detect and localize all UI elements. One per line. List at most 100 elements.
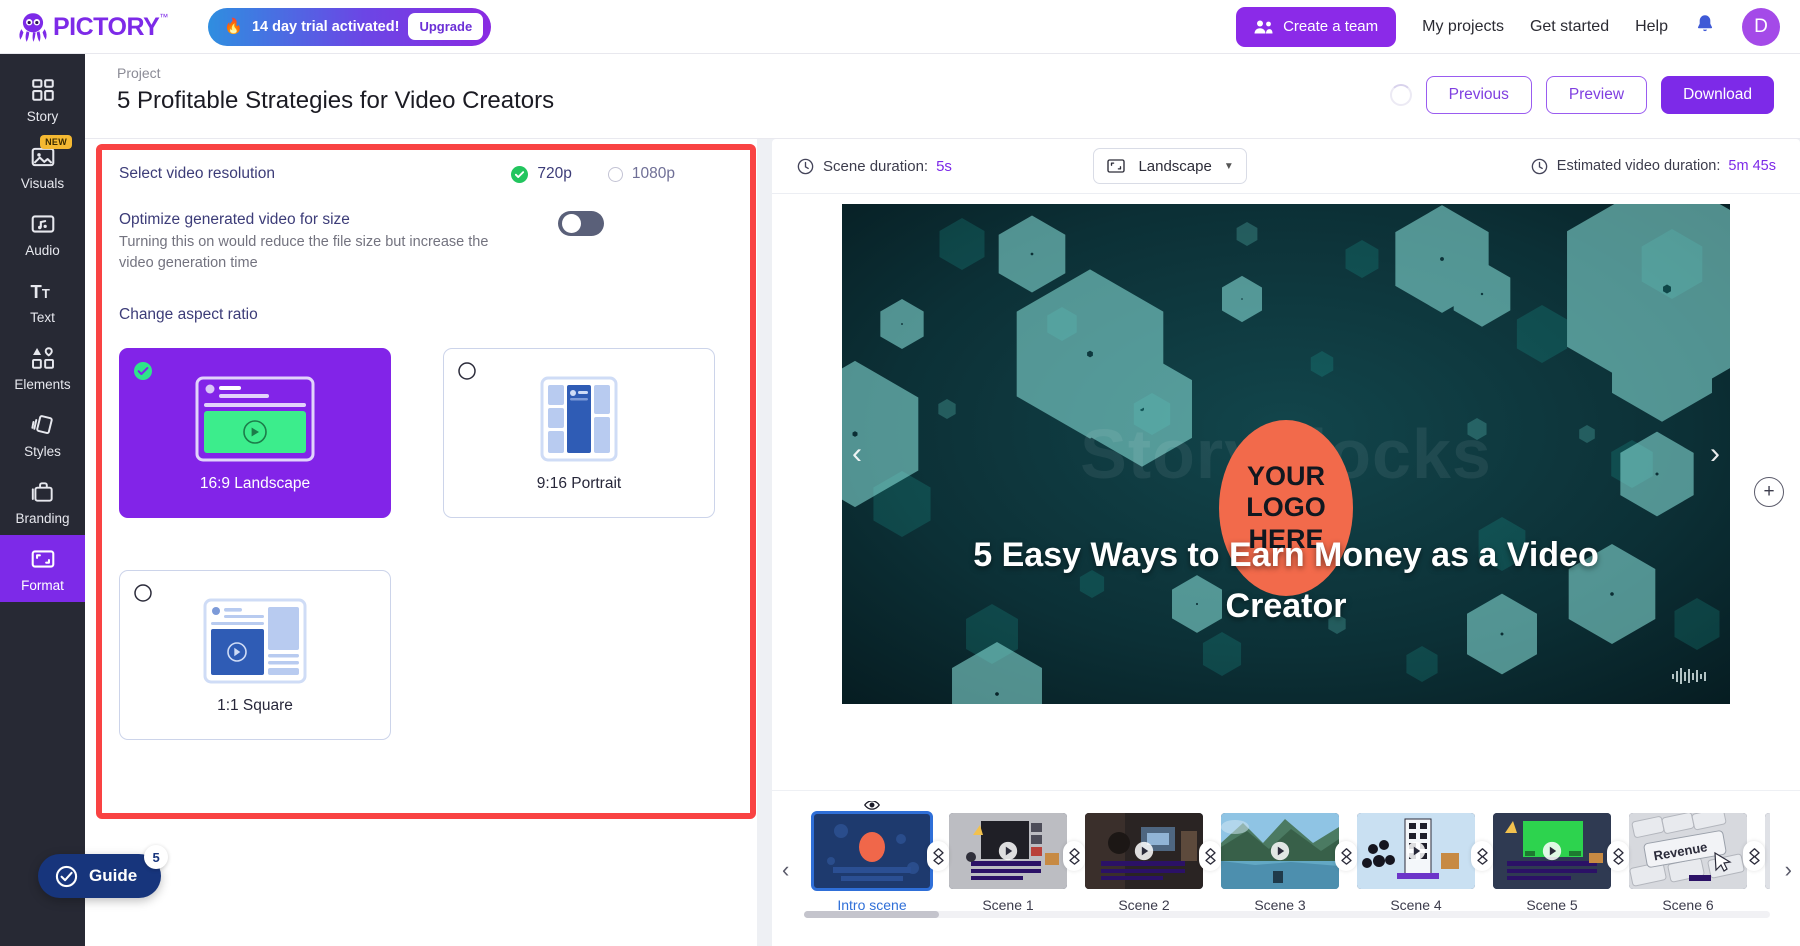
sidebar-label-text: Text xyxy=(30,310,55,325)
aspect-card-square[interactable]: 1:1 Square xyxy=(119,570,391,741)
user-avatar[interactable]: D xyxy=(1742,7,1780,46)
nav-help[interactable]: Help xyxy=(1635,18,1668,36)
estimated-duration-value: 5m 45s xyxy=(1728,158,1776,174)
landscape-card-label: 16:9 Landscape xyxy=(199,475,311,493)
transition-button[interactable] xyxy=(1199,841,1221,871)
aspect-card-portrait[interactable]: 9:16 Portrait xyxy=(443,348,715,519)
format-icon-small xyxy=(1107,159,1126,173)
transition-button[interactable] xyxy=(1743,841,1765,871)
sidebar-label-audio: Audio xyxy=(25,243,60,258)
timeline-scene-cell[interactable]: Scene 2 xyxy=(1076,801,1221,913)
optimize-title: Optimize generated video for size xyxy=(119,211,350,228)
timeline-scene-cell[interactable]: Revenue Scene 6 xyxy=(1620,801,1765,913)
timeline-scene-cell[interactable]: Scene 4 xyxy=(1348,801,1493,913)
scene-thumbnail[interactable]: Revenue xyxy=(1629,813,1747,889)
sidebar-label-visuals: Visuals xyxy=(20,176,65,191)
preview-next-arrow[interactable]: › xyxy=(1710,437,1720,471)
nav-my-projects[interactable]: My projects xyxy=(1422,18,1504,36)
square-preview-art xyxy=(195,595,315,687)
sidebar-item-audio[interactable]: Audio xyxy=(0,200,85,267)
download-button[interactable]: Download xyxy=(1661,76,1774,114)
add-scene-button[interactable]: + xyxy=(1754,477,1784,507)
audio-waveform-icon xyxy=(1672,668,1706,684)
aspect-card-landscape[interactable]: 16:9 Landscape xyxy=(119,348,391,519)
project-header: Project 5 Profitable Strategies for Vide… xyxy=(85,54,1800,139)
sidebar-item-story[interactable]: Story xyxy=(0,66,85,133)
scene-thumbnail[interactable] xyxy=(1493,813,1611,889)
sidebar-item-styles[interactable]: Styles xyxy=(0,401,85,468)
transition-button[interactable] xyxy=(1607,841,1629,871)
transition-button[interactable] xyxy=(1063,841,1085,871)
app-root: PICTORY ™ 🔥 14 day trial activated! Upgr… xyxy=(0,0,1800,946)
sidebar-item-elements[interactable]: Elements xyxy=(0,334,85,401)
optimize-description: Turning this on would reduce the file si… xyxy=(119,234,489,272)
upgrade-button[interactable]: Upgrade xyxy=(408,13,484,40)
create-team-button[interactable]: Create a team xyxy=(1236,6,1397,47)
guide-button[interactable]: Guide 5 xyxy=(38,845,169,898)
scene-thumbnail[interactable] xyxy=(1085,813,1203,889)
video-preview-frame[interactable]: Storyblocks YOUR LOGO HERE 5 Easy Ways t… xyxy=(842,204,1730,704)
notifications-bell-icon[interactable] xyxy=(1694,13,1716,40)
clock-icon-2 xyxy=(1531,158,1548,174)
video-title-text[interactable]: 5 Easy Ways to Earn Money as a Video Cre… xyxy=(916,530,1656,632)
sidebar-item-visuals[interactable]: NEW Visuals xyxy=(0,133,85,200)
transition-icon xyxy=(1068,848,1080,865)
sidebar-item-text[interactable]: T T Text xyxy=(0,267,85,334)
timeline-scene-cell[interactable]: Scene 5 xyxy=(1484,801,1629,913)
sidebar-label-story: Story xyxy=(26,109,59,124)
format-icon xyxy=(31,550,54,568)
scene-thumbnail[interactable] xyxy=(811,811,933,891)
card-radio-unselected-icon-2 xyxy=(134,584,152,607)
transition-button[interactable] xyxy=(1335,841,1357,871)
scene-thumbnail[interactable] xyxy=(949,813,1067,889)
sidebar-label-styles: Styles xyxy=(24,444,61,459)
timeline-scrollbar-thumb[interactable] xyxy=(804,911,939,918)
transition-icon xyxy=(932,848,944,865)
transition-button[interactable] xyxy=(1471,841,1493,871)
play-overlay-icon xyxy=(998,841,1018,861)
clock-icon xyxy=(797,158,814,174)
radio-unselected-icon xyxy=(607,166,623,182)
optimize-size-toggle[interactable] xyxy=(558,211,604,236)
nav-get-started[interactable]: Get started xyxy=(1530,18,1609,36)
header-action-buttons: Previous Preview Download xyxy=(1389,76,1774,114)
team-icon xyxy=(1254,20,1273,33)
toggle-knob xyxy=(562,214,581,233)
timeline-scene-cell[interactable]: Scene 3 xyxy=(1212,801,1357,913)
preview-prev-arrow[interactable]: ‹ xyxy=(852,437,862,471)
scene-thumbnail[interactable] xyxy=(1765,813,1770,889)
scene-duration-value: 5s xyxy=(936,157,952,175)
trial-text: 14 day trial activated! xyxy=(251,18,400,35)
timeline-scene-cell[interactable]: Intro scene xyxy=(804,801,949,913)
change-aspect-ratio-label: Change aspect ratio xyxy=(119,306,258,324)
timeline-scene-cell[interactable]: Scene 1 xyxy=(940,801,1085,913)
pictory-logo[interactable]: PICTORY ™ xyxy=(16,10,168,44)
left-sidebar-navigation: Story NEW Visuals Audio T T Text Element… xyxy=(0,54,85,946)
resolution-option-720p[interactable]: 720p xyxy=(511,165,572,183)
timeline-next-arrow[interactable]: › xyxy=(1785,857,1792,883)
scene-thumbnail[interactable] xyxy=(1221,813,1339,889)
previous-button[interactable]: Previous xyxy=(1425,76,1532,114)
transition-button[interactable] xyxy=(927,841,949,871)
guide-label: Guide xyxy=(89,866,138,885)
estimated-duration-label: Estimated video duration: xyxy=(1556,158,1721,174)
preview-button[interactable]: Preview xyxy=(1545,76,1648,114)
aspect-ratio-select-value: Landscape xyxy=(1138,157,1212,175)
top-navigation-bar: PICTORY ™ 🔥 14 day trial activated! Upgr… xyxy=(0,0,1800,54)
format-settings-panel: Select video resolution 720p 1080p Optim… xyxy=(85,139,757,946)
check-circle-icon xyxy=(511,165,529,183)
scene-duration-label: Scene duration: xyxy=(823,157,929,175)
sidebar-item-format[interactable]: Format xyxy=(0,535,85,602)
sidebar-item-branding[interactable]: Branding xyxy=(0,468,85,535)
play-overlay-icon xyxy=(1134,841,1154,861)
timeline-prev-arrow[interactable]: ‹ xyxy=(782,857,789,883)
transition-icon xyxy=(1340,848,1352,865)
optimize-size-section: Optimize generated video for size Turnin… xyxy=(103,183,739,274)
resolution-option-1080p[interactable]: 1080p xyxy=(607,165,675,183)
aspect-ratio-select[interactable]: Landscape ▼ xyxy=(1093,148,1247,184)
video-editor-panel: Scene duration: 5s Landscape ▼ Estimated… xyxy=(772,139,1800,899)
timeline-scrollbar[interactable] xyxy=(804,911,1770,918)
eye-icon[interactable] xyxy=(864,801,880,816)
resolution-options: 720p 1080p xyxy=(511,165,723,183)
scene-thumbnail[interactable] xyxy=(1357,813,1475,889)
